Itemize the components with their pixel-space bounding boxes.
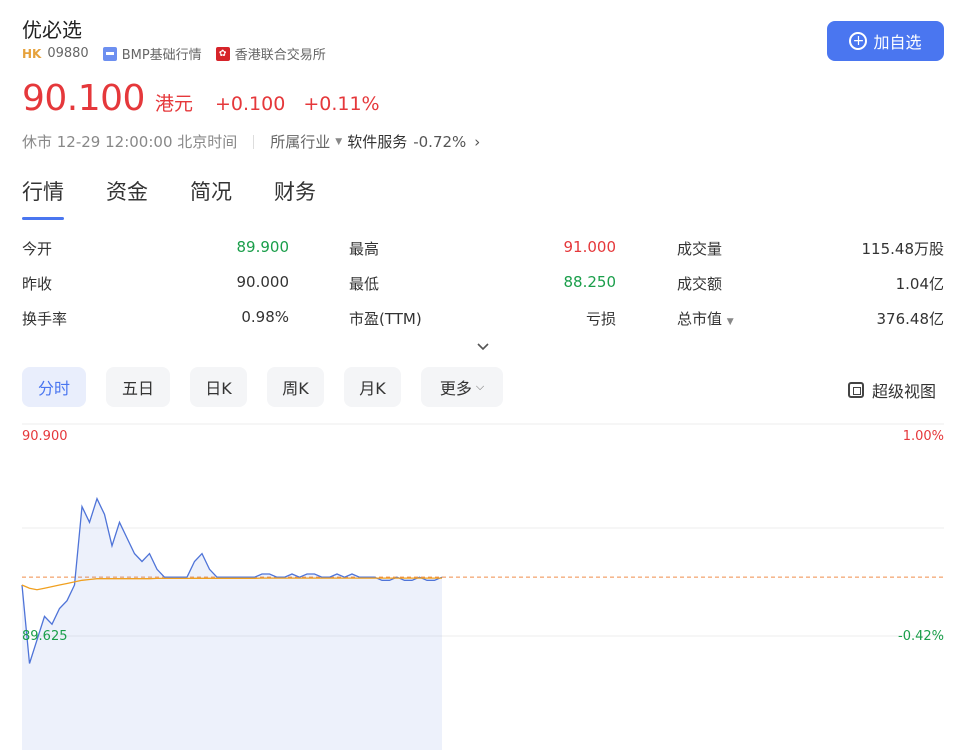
pct-axis-bottom-label: -0.42%: [898, 629, 944, 644]
y-axis-bottom-label: 89.625: [22, 629, 68, 644]
tab-funds[interactable]: 资金: [106, 176, 148, 220]
current-price: 90.100: [22, 78, 145, 119]
stat-value: 0.98%: [241, 308, 289, 326]
super-view-button[interactable]: 超级视图: [848, 378, 936, 402]
period-intraday[interactable]: 分时: [22, 367, 86, 407]
stat-label: 成交量: [677, 240, 723, 258]
status-row: 休市 12-29 12:00:00 北京时间 所属行业 ▼ 软件服务 -0.72…: [22, 131, 480, 152]
price-area: [22, 498, 442, 750]
hk-flag-icon: ✿: [215, 46, 230, 61]
expand-chevron-icon[interactable]: [476, 340, 490, 356]
intraday-chart-svg: [21, 423, 944, 750]
y-axis-top-label: 90.900: [22, 429, 68, 444]
pct-axis-top-label: 1.00%: [902, 429, 944, 444]
stat-value: 89.900: [236, 238, 290, 256]
period-more-label: 更多: [439, 379, 472, 398]
stat-volume: 成交量 115.48万股: [677, 238, 944, 259]
stat-high: 最高 91.000: [349, 238, 616, 259]
tab-finance[interactable]: 财务: [274, 176, 316, 220]
stat-turnover: 成交额 1.04亿: [677, 273, 944, 294]
super-view-label: 超级视图: [872, 382, 937, 401]
stat-value: 亏损: [585, 310, 616, 328]
stat-turnover-rate: 换手率 0.98%: [22, 308, 289, 329]
stat-value: 88.250: [563, 273, 617, 291]
stat-label: 市盈(TTM): [349, 310, 422, 328]
stat-market-cap[interactable]: 总市值 ▼ 376.48亿: [677, 308, 944, 329]
period-weekly-k[interactable]: 周K: [267, 367, 324, 407]
price-change: +0.100: [214, 93, 286, 115]
period-daily-k[interactable]: 日K: [190, 367, 247, 407]
chevron-right-icon[interactable]: ›: [474, 133, 480, 151]
stat-label: 昨收: [22, 275, 53, 293]
chevron-down-icon: ⌵: [475, 380, 485, 393]
plus-circle-icon: +: [849, 32, 868, 50]
divider: [253, 134, 255, 149]
stat-value: 1.04亿: [895, 275, 944, 293]
stat-prev-close: 昨收 90.000: [22, 273, 289, 294]
stat-low: 最低 88.250: [349, 273, 616, 294]
stat-label: 今开: [22, 240, 53, 258]
stock-name: 优必选: [22, 18, 82, 42]
main-tabs: 行情 资金 简况 财务: [22, 176, 358, 220]
period-more[interactable]: 更多 ⌵: [421, 367, 503, 407]
exchange-label: 香港联合交易所: [234, 48, 326, 63]
stat-label: 最低: [349, 275, 380, 293]
quote-row: 90.100 港元 +0.100 +0.11%: [22, 78, 380, 119]
stat-open: 今开 89.900: [22, 238, 289, 259]
stock-code: 09880: [47, 46, 89, 61]
stat-label: 换手率: [22, 310, 68, 328]
industry-label: 所属行业: [270, 133, 331, 151]
tab-profile[interactable]: 简况: [190, 176, 232, 220]
period-5day[interactable]: 五日: [106, 367, 170, 407]
add-to-watchlist-button[interactable]: + 加自选: [827, 21, 944, 61]
stock-meta: HK 09880 BMP基础行情 ✿ 香港联合交易所: [22, 44, 326, 63]
caret-down-icon: ▼: [335, 136, 343, 147]
industry-link[interactable]: 软件服务: [347, 131, 407, 152]
currency: 港元: [154, 93, 193, 115]
add-to-watchlist-label: 加自选: [873, 33, 922, 52]
stat-pe: 市盈(TTM) 亏损: [349, 308, 616, 329]
market-status-time: 休市 12-29 12:00:00 北京时间: [22, 133, 238, 151]
intraday-chart[interactable]: 90.900 89.625 1.00% -0.42%: [0, 420, 980, 755]
period-monthly-k[interactable]: 月K: [344, 367, 401, 407]
stat-label: 成交额: [677, 275, 723, 293]
market-tag: HK: [22, 46, 42, 61]
stat-value: 91.000: [563, 238, 617, 256]
stat-value: 115.48万股: [861, 240, 945, 258]
data-source-label: BMP基础行情: [121, 48, 202, 63]
caret-down-icon: ▼: [726, 317, 734, 327]
tab-quote[interactable]: 行情: [22, 176, 64, 220]
data-source-icon: [102, 46, 117, 61]
period-selector: 分时 五日 日K 周K 月K 更多 ⌵: [22, 367, 523, 407]
stat-label: 总市值 ▼: [677, 310, 734, 328]
price-change-pct: +0.11%: [303, 93, 380, 115]
stat-label: 最高: [349, 240, 380, 258]
fullscreen-icon: [848, 382, 864, 398]
industry-change: -0.72%: [413, 132, 467, 151]
stat-value: 376.48亿: [876, 310, 945, 328]
stat-value: 90.000: [236, 273, 290, 291]
